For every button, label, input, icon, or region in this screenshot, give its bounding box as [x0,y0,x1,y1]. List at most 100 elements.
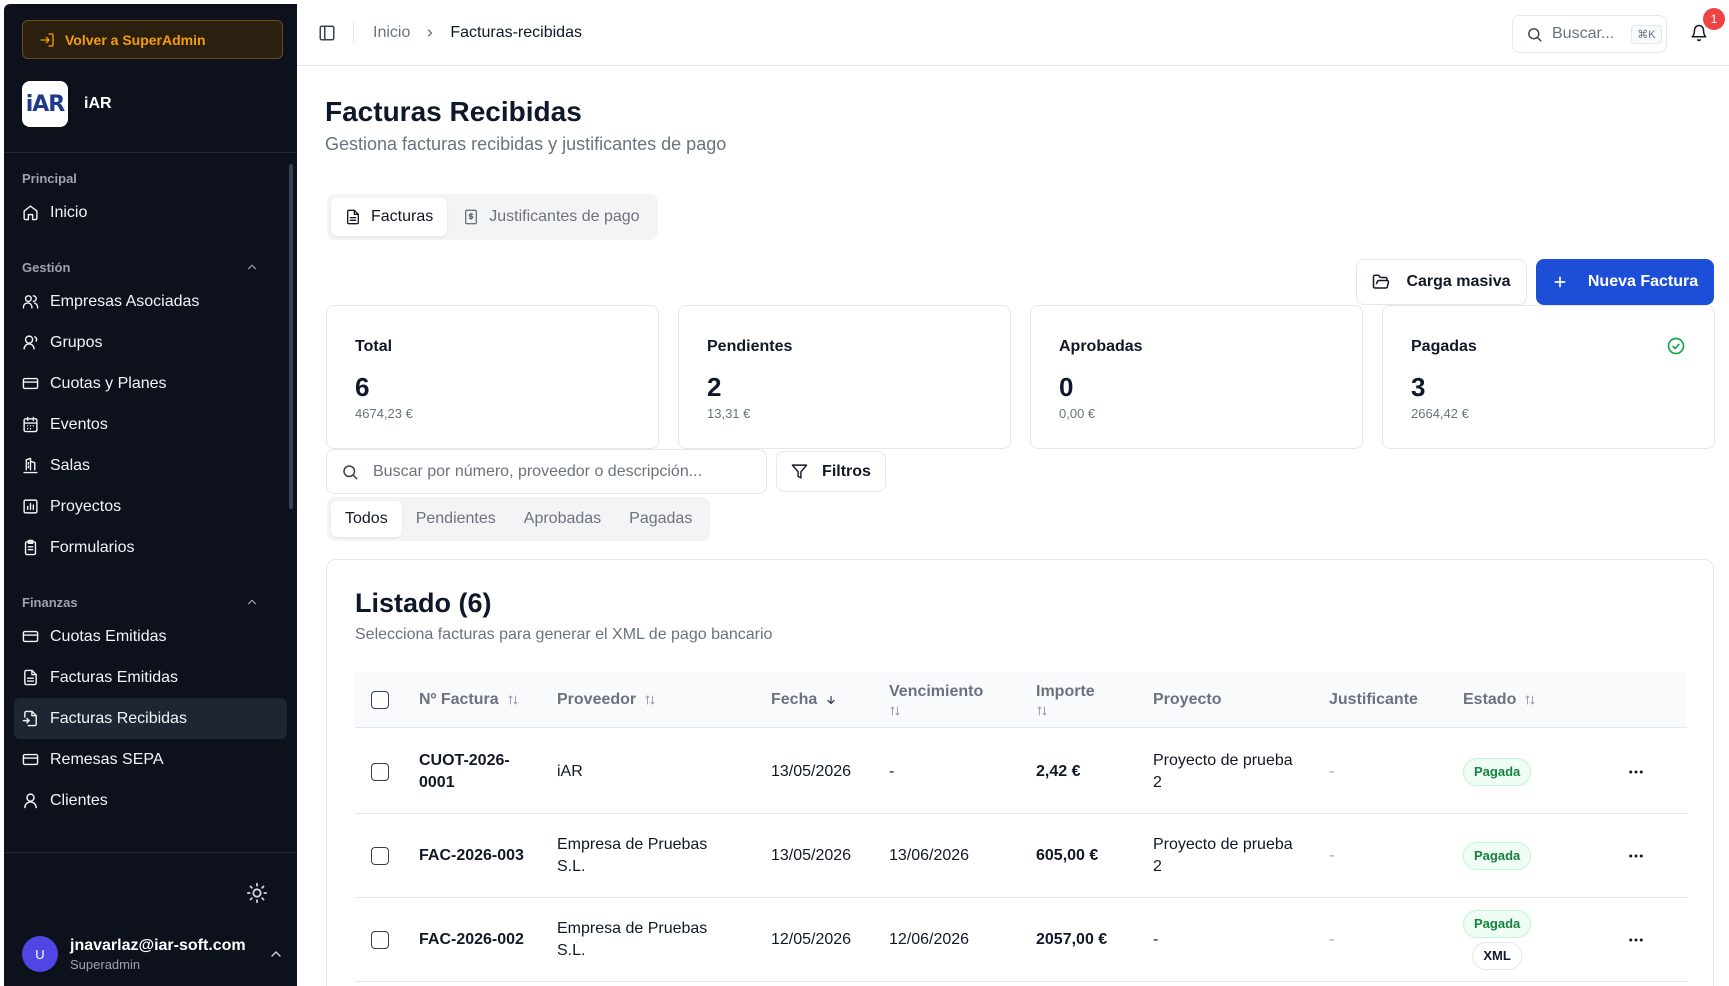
column-header-vencimiento[interactable]: Vencimiento [889,672,983,728]
stat-card-pendientes: Pendientes 2 13,31 € [678,305,1011,449]
topbar-separator [353,22,354,44]
invoice-number: CUOT-2026- 0001 [419,752,510,791]
table-row[interactable]: FAC-2026-003 Empresa de Pruebas S.L. 13/0… [355,814,1687,898]
back-button-label: Volver a SuperAdmin [65,31,206,48]
sort-icon [508,695,518,705]
filters-button[interactable]: Filtros [776,451,886,492]
sidebar-item-clientes[interactable]: Clientes [14,780,287,821]
sidebar-item-label: Salas [50,456,91,474]
sidebar-item-empresas-asociadas[interactable]: Empresas Asociadas [14,281,287,322]
select-all-checkbox[interactable] [371,691,389,709]
sun-icon[interactable] [246,882,268,904]
sidebar-item-facturas-recibidas[interactable]: Facturas Recibidas [14,698,287,739]
row-checkbox[interactable] [371,931,389,949]
column-header-justificante: Justificante [1329,691,1418,708]
column-header-numero[interactable]: Nº Factura [419,672,519,728]
global-search-placeholder: Buscar... [1552,25,1615,42]
sidebar-item-cuotas-y-planes[interactable]: Cuotas y Planes [14,363,287,404]
notification-badge: 1 [1703,8,1725,30]
chart-icon [23,499,38,514]
panel-left-icon[interactable] [318,24,336,42]
table-row[interactable]: CUOT-2026- 0001 iAR 13/05/2026 - 2,42 € P… [355,730,1687,814]
sidebar-divider [4,152,297,153]
invoice-search-input[interactable]: Buscar por número, proveedor o descripci… [326,449,767,494]
invoice-due: 12/06/2026 [889,931,970,948]
invoice-due: - [889,763,895,780]
credit-card-icon [22,753,39,766]
column-header-proveedor[interactable]: Proveedor [557,672,656,728]
sidebar-item-proyectos[interactable]: Proyectos [14,486,287,527]
select-all-checkbox-cell [371,672,389,728]
row-checkbox[interactable] [371,763,389,781]
sidebar-item-formularios[interactable]: Formularios [14,527,287,568]
status-tab-aprobadas[interactable]: Aprobadas [510,501,615,537]
tab-justificantes[interactable]: Justificantes de pago [449,198,653,236]
sidebar-item-label: Grupos [50,333,103,351]
row-checkbox[interactable] [371,847,389,865]
file-icon [24,669,37,686]
status-tab-pagadas[interactable]: Pagadas [615,501,706,537]
user-role: Superadmin [70,956,141,972]
brand-logo: iAR [22,81,68,127]
column-header-estado[interactable]: Estado [1463,672,1536,728]
invoice-amount: 605,00 € [1036,847,1099,864]
new-invoice-button[interactable]: Nueva Factura [1536,259,1714,305]
more-horizontal-icon[interactable] [1627,847,1645,865]
sidebar-item-grupos[interactable]: Grupos [14,322,287,363]
group-title-gestion[interactable]: Gestión [4,253,297,281]
chevron-right-icon [428,29,433,37]
search-placeholder: Buscar por número, proveedor o descripci… [373,462,703,480]
stat-label: Total [355,338,393,355]
xml-badge: XML [1472,942,1522,970]
sidebar-item-remesas-sepa[interactable]: Remesas SEPA [14,739,287,780]
chevron-up-icon [271,951,281,957]
invoice-receipt: - [1329,847,1335,864]
filters-label: Filtros [822,462,871,480]
sidebar-item-label: Formularios [50,538,135,556]
more-horizontal-icon[interactable] [1627,931,1645,949]
view-tabs: Facturas Justificantes de pago [327,194,658,240]
brand[interactable]: iAR iAR [22,81,112,127]
column-header-importe[interactable]: Importe [1036,672,1095,728]
status-badge: Pagada [1463,758,1532,786]
invoice-provider: Empresa de Pruebas S.L. [557,836,708,875]
stat-amount: 0,00 € [1059,406,1096,421]
sidebar-item-inicio[interactable]: Inicio [14,192,287,233]
sidebar-item-label: Remesas SEPA [50,750,164,768]
status-tab-todos[interactable]: Todos [331,501,402,537]
sidebar-item-label: Cuotas y Planes [50,374,167,392]
table-row[interactable]: FAC-2026-002 Empresa de Pruebas S.L. 12/0… [355,898,1687,982]
stat-amount: 2664,42 € [1411,406,1469,421]
invoice-project: - [1153,931,1159,948]
page-subtitle: Gestiona facturas recibidas y justifican… [325,134,727,154]
breadcrumb-current: Facturas-recibidas [450,24,582,41]
global-search-button[interactable]: Buscar... ⌘K [1512,15,1667,53]
stat-amount: 13,31 € [707,406,751,421]
tab-label: Justificantes de pago [489,208,640,225]
bulk-upload-button[interactable]: Carga masiva [1356,259,1527,305]
tab-facturas[interactable]: Facturas [331,198,448,236]
group-title-principal: Principal [22,170,77,186]
sidebar-scrollbar[interactable] [289,164,293,509]
sidebar-item-cuotas-emitidas[interactable]: Cuotas Emitidas [14,616,287,657]
back-to-superadmin-button[interactable]: Volver a SuperAdmin [22,20,283,59]
sidebar-divider [4,852,297,853]
user-icon [24,793,37,809]
status-badge: Pagada [1463,842,1532,870]
sidebar-item-facturas-emitidas[interactable]: Facturas Emitidas [14,657,287,698]
more-horizontal-icon[interactable] [1627,763,1645,781]
sidebar-item-salas[interactable]: Salas [14,445,287,486]
invoice-amount: 2,42 € [1036,763,1081,780]
group-title-finanzas[interactable]: Finanzas [4,588,297,616]
invoice-date: 12/05/2026 [771,931,852,948]
breadcrumb-inicio[interactable]: Inicio [373,24,410,42]
user-menu[interactable]: U jnavarlaz@iar-soft.com Superadmin [22,932,284,976]
column-header-fecha[interactable]: Fecha [771,672,837,728]
file-input-icon [22,710,37,727]
new-invoice-label: Nueva Factura [1587,273,1699,290]
status-tab-pendientes[interactable]: Pendientes [402,501,510,537]
sidebar-item-eventos[interactable]: Eventos [14,404,287,445]
sidebar-item-label: Proyectos [50,497,122,515]
list-subtitle: Selecciona facturas para generar el XML … [355,626,773,643]
stat-label: Pendientes [707,338,793,355]
